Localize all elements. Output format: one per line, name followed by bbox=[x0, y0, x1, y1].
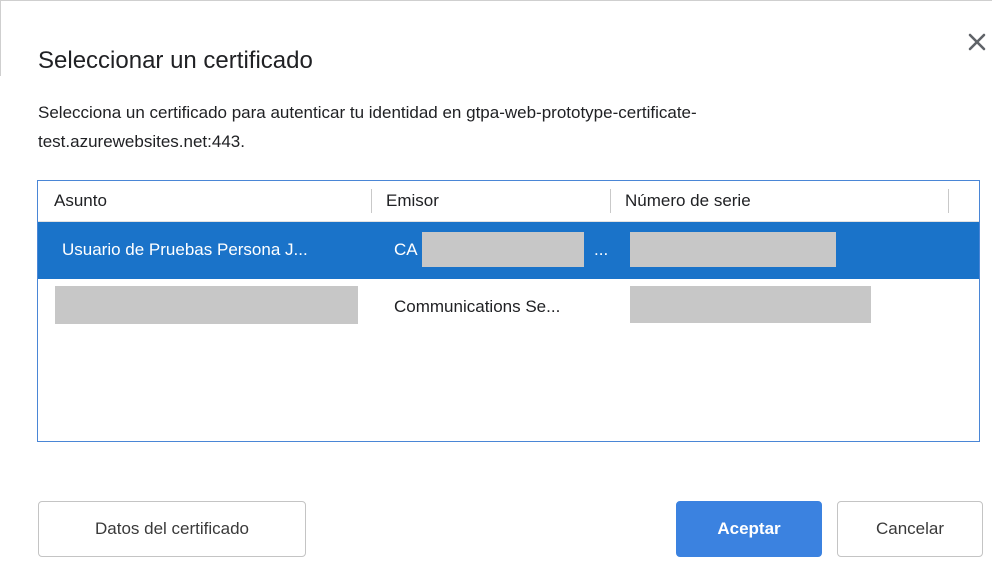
dialog-left-border bbox=[0, 0, 1, 76]
dialog-title: Seleccionar un certificado bbox=[38, 47, 313, 74]
redacted-serial bbox=[630, 286, 871, 323]
redacted-serial bbox=[630, 232, 836, 267]
column-header-serial[interactable]: Número de serie bbox=[625, 191, 751, 211]
column-separator[interactable] bbox=[371, 189, 372, 213]
redacted-issuer bbox=[422, 232, 584, 267]
row-subject: Usuario de Pruebas Persona J... bbox=[62, 240, 308, 259]
table-header: Asunto Emisor Número de serie bbox=[38, 181, 979, 222]
close-icon bbox=[968, 33, 986, 51]
column-header-issuer[interactable]: Emisor bbox=[386, 191, 439, 211]
close-button[interactable] bbox=[963, 28, 991, 56]
certificate-dialog: Seleccionar un certificado Selecciona un… bbox=[0, 0, 992, 578]
row-issuer: Communications Se... bbox=[394, 297, 561, 316]
column-separator[interactable] bbox=[610, 189, 611, 213]
dialog-description: Selecciona un certificado para autentica… bbox=[38, 98, 938, 156]
description-line-2: test.azurewebsites.net:443. bbox=[38, 132, 245, 151]
certificate-details-button[interactable]: Datos del certificado bbox=[38, 501, 306, 557]
table-row[interactable]: Communications Se... bbox=[38, 279, 979, 336]
certificate-table: Asunto Emisor Número de serie Usuario de… bbox=[37, 180, 980, 442]
row-issuer-suffix: ... bbox=[594, 240, 609, 259]
dialog-top-border bbox=[0, 0, 992, 1]
cancel-button[interactable]: Cancelar bbox=[837, 501, 983, 557]
column-header-subject[interactable]: Asunto bbox=[54, 191, 107, 211]
redacted-subject bbox=[55, 286, 358, 324]
column-separator[interactable] bbox=[948, 189, 949, 213]
accept-button[interactable]: Aceptar bbox=[676, 501, 822, 557]
table-row-selected[interactable]: Usuario de Pruebas Persona J... CA ... bbox=[38, 222, 979, 279]
description-line-1: Selecciona un certificado para autentica… bbox=[38, 103, 697, 122]
row-issuer-prefix: CA bbox=[394, 240, 418, 259]
